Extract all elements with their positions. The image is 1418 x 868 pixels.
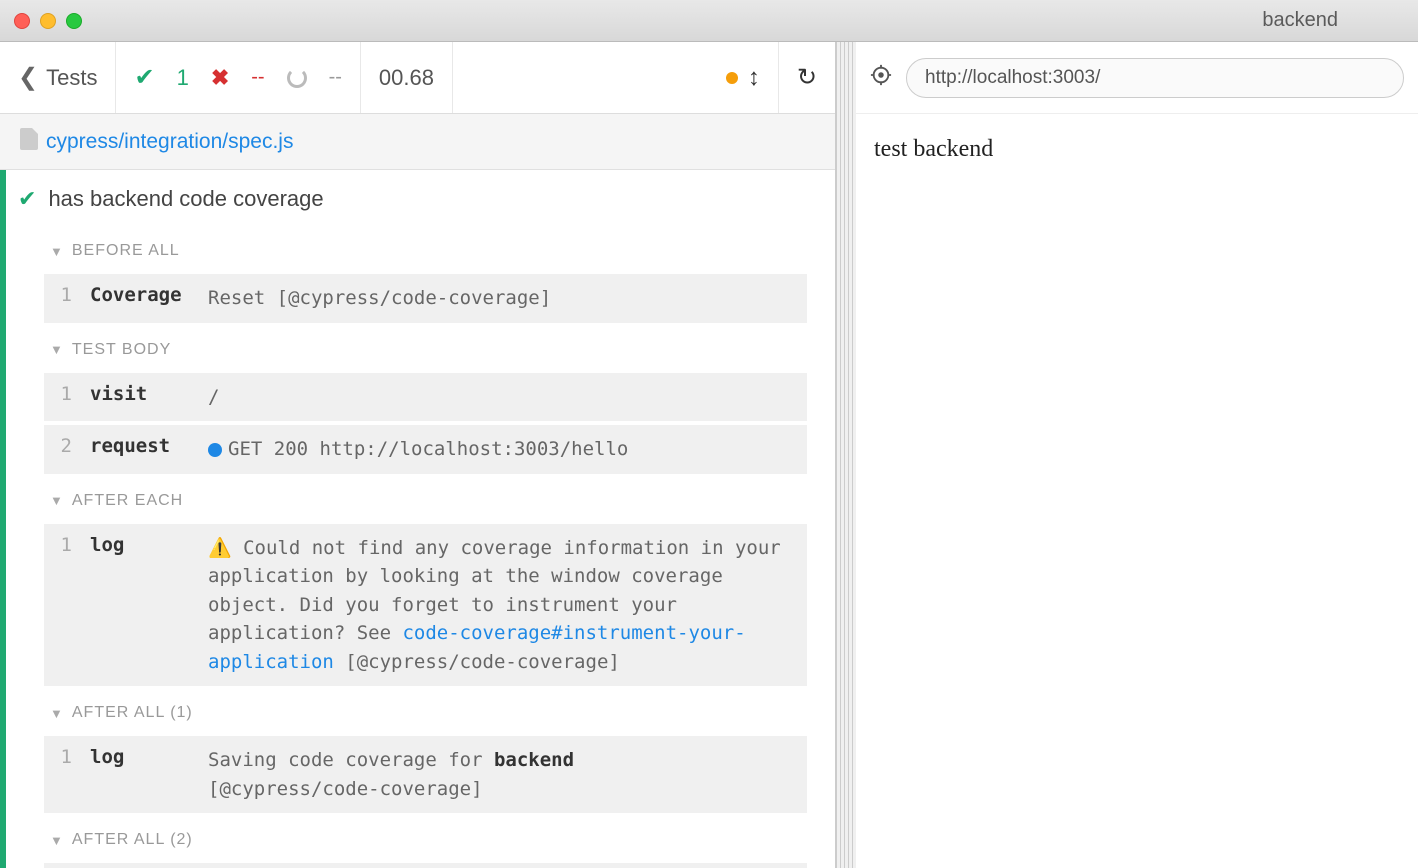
spec-path: cypress/integration/spec.js (46, 130, 293, 154)
spec-file-bar[interactable]: cypress/integration/spec.js (0, 114, 835, 170)
close-window-button[interactable] (14, 13, 30, 29)
command-message: Saving code coverage for backend[@cypres… (208, 746, 793, 803)
viewport-indicator[interactable]: ↕ (708, 42, 779, 113)
selector-playground-icon[interactable] (870, 64, 892, 92)
command-message: ⚠️ Could not find any coverage informati… (208, 534, 793, 677)
passed-count: 1 (177, 65, 189, 91)
command-name: Coverage (90, 284, 190, 306)
file-icon (20, 128, 38, 155)
caret-down-icon: ▼ (50, 706, 64, 721)
caret-down-icon: ▼ (50, 493, 64, 508)
failed-count: -- (251, 66, 264, 89)
preview-body: test backend (874, 136, 993, 162)
command-message: / (208, 383, 793, 412)
command-message: GET 200 http://localhost:3003/hello (208, 435, 793, 464)
chevron-left-icon: ❮ (18, 63, 38, 92)
hook-label: AFTER EACH (72, 492, 183, 510)
command-row[interactable]: 1CoverageGenerating report [@cypress/cod… (44, 863, 807, 868)
command-number: 2 (58, 435, 72, 457)
command-number: 1 (58, 284, 72, 306)
test-title: has backend code coverage (48, 186, 323, 212)
command-row[interactable]: 1 log ⚠️ Could not find any coverage infor… (44, 524, 807, 687)
warning-icon: ⚠️ (208, 537, 232, 559)
doc-link[interactable]: code-coverage#instrument-your-applicatio… (208, 622, 746, 673)
hook-label: AFTER ALL (2) (72, 831, 193, 849)
command-name: visit (90, 383, 190, 405)
hook-label: AFTER ALL (1) (72, 704, 193, 722)
hook-header[interactable]: ▼ BEFORE ALL (44, 228, 807, 274)
reload-icon: ↻ (797, 63, 817, 92)
command-row[interactable]: 2 request GET 200 http://localhost:3003/he… (44, 425, 807, 474)
url-input[interactable] (906, 58, 1404, 98)
command-name: log (90, 746, 190, 768)
test-title-row[interactable]: ✔ has backend code coverage (0, 170, 835, 228)
reporter-header: ❮ Tests ✔ 1 ✖ -- -- 00.68 ↕ ↻ (0, 42, 835, 114)
back-label: Tests (46, 65, 97, 91)
window-title: backend (1262, 9, 1338, 32)
main-area: ❮ Tests ✔ 1 ✖ -- -- 00.68 ↕ ↻ (0, 42, 1418, 868)
command-row[interactable]: 1 Coverage Reset [@cypress/code-coverage] (44, 274, 807, 323)
panel-resize-handle[interactable] (836, 42, 856, 868)
check-icon: ✔ (18, 186, 36, 212)
command-name: log (90, 534, 190, 556)
caret-down-icon: ▼ (50, 833, 64, 848)
resize-icon: ↕ (748, 64, 760, 92)
status-dot-icon (726, 72, 738, 84)
pending-icon (287, 68, 307, 88)
back-to-tests-button[interactable]: ❮ Tests (0, 42, 116, 113)
minimize-window-button[interactable] (40, 13, 56, 29)
duration: 00.68 (361, 42, 453, 113)
test-list: ✔ has backend code coverage ▼ BEFORE ALL 1… (0, 170, 835, 868)
caret-down-icon: ▼ (50, 244, 64, 259)
command-number: 1 (58, 746, 72, 768)
command-number: 1 (58, 383, 72, 405)
hook-label: BEFORE ALL (72, 242, 180, 260)
check-icon: ✔ (134, 63, 154, 92)
aut-preview[interactable]: test backend (856, 114, 1418, 185)
aut-panel: test backend (856, 42, 1418, 868)
request-dot-icon (208, 443, 222, 457)
pass-indicator-bar (0, 170, 6, 868)
window-controls (14, 13, 82, 29)
hook-header[interactable]: ▼ AFTER ALL (1) (44, 690, 807, 736)
hook-header[interactable]: ▼ TEST BODY (44, 327, 807, 373)
pending-count: -- (329, 66, 342, 89)
hook-label: TEST BODY (72, 341, 171, 359)
command-row[interactable]: 1 log Saving code coverage for backend[@cy… (44, 736, 807, 813)
hook-header[interactable]: ▼ AFTER ALL (2) (44, 817, 807, 863)
command-message: Reset [@cypress/code-coverage] (208, 284, 793, 313)
command-name: request (90, 435, 190, 457)
reporter-panel: ❮ Tests ✔ 1 ✖ -- -- 00.68 ↕ ↻ (0, 42, 836, 868)
url-bar (856, 42, 1418, 114)
x-icon: ✖ (211, 65, 229, 91)
titlebar: backend (0, 0, 1418, 42)
hooks-container: ▼ BEFORE ALL 1 Coverage Reset [@cypress/code… (0, 228, 835, 868)
test-stats: ✔ 1 ✖ -- -- (116, 42, 360, 113)
maximize-window-button[interactable] (66, 13, 82, 29)
command-row[interactable]: 1 visit / (44, 373, 807, 422)
rerun-button[interactable]: ↻ (779, 42, 835, 113)
hook-header[interactable]: ▼ AFTER EACH (44, 478, 807, 524)
command-number: 1 (58, 534, 72, 556)
caret-down-icon: ▼ (50, 342, 64, 357)
header-spacer (453, 42, 708, 113)
